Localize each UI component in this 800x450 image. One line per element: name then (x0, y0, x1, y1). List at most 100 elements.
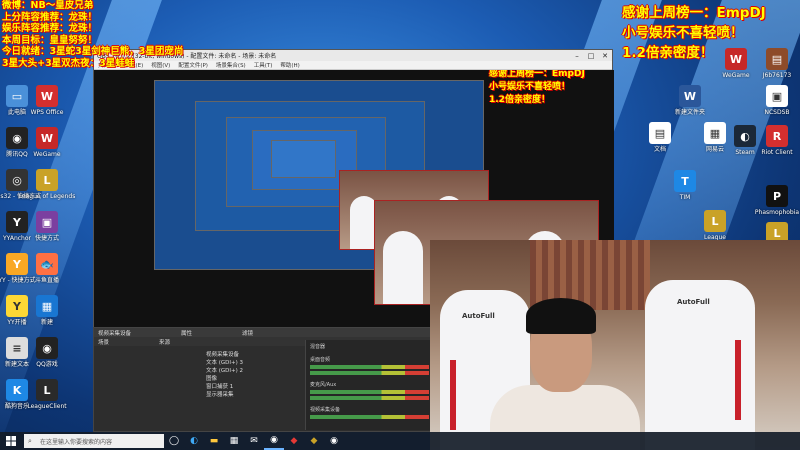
edge-icon[interactable]: ◐ (184, 432, 204, 450)
mail-icon[interactable]: ✉ (244, 432, 264, 450)
app-icon: ◉ (6, 127, 28, 149)
source-item[interactable]: 图像 (202, 374, 302, 382)
app-icon: Y (6, 211, 28, 233)
chair-brand-left: AutoFull (462, 312, 495, 320)
task-view-icon[interactable]: ◯ (164, 432, 184, 450)
inner-overlay-line-1: 感谢上周榜一：EmpDJ (489, 70, 585, 79)
app-icon: P (766, 185, 788, 207)
app-icon: ▭ (6, 85, 28, 107)
streamer-hair (526, 298, 596, 334)
menu-tools[interactable]: 工具(T) (254, 61, 273, 69)
overlay-line: 3星大头+3星双杰夜：3星蛙蛙 (2, 57, 135, 69)
overlay-info-top-right: 感谢上周榜一：EmpDJ 小号娱乐不喜轻喷！ 1.2倍亲密度！ (622, 3, 766, 63)
filters-button[interactable]: 滤镜 (242, 329, 253, 337)
sources-list: 视频采集设备 文本 (GDI+) 3 文本 (GDI+) 2 图像 窗口捕获 1… (202, 350, 302, 398)
gaming-chair-right: AutoFull (645, 280, 755, 450)
minimize-button[interactable]: – (570, 52, 584, 60)
app-icon: W (36, 85, 58, 107)
league-icon[interactable]: ◆ (304, 432, 324, 450)
overlay-info-top-left: 微博：NB～皇皮兄弟 上分阵容推荐：龙珠！ 娱乐阵容推荐：龙珠！ 本周目标：皇皇… (2, 0, 183, 69)
maximize-button[interactable]: □ (584, 52, 598, 60)
desktop-icon-label: TIM (679, 194, 691, 201)
app-icon: ◎ (6, 169, 28, 191)
app-icon: ▦ (36, 295, 58, 317)
app-icon: ▤ (766, 48, 788, 70)
volume-meter (310, 365, 429, 369)
desktop-icon-label: 网易云 (705, 146, 724, 153)
audio-mixer: 混音器 桌面音频 麦克风/Aux 视频采集设备 (305, 340, 433, 430)
camera-source-label: 视频采集设备 (98, 330, 132, 337)
desktop-icon-label: 新建 (40, 319, 53, 326)
properties-button[interactable]: 属性 (181, 329, 192, 337)
menu-help[interactable]: 帮助(H) (280, 61, 299, 69)
desktop-icon[interactable]: L League of Legends (19, 169, 75, 215)
inner-overlay-line-2: 小号娱乐不喜轻喷！ (489, 82, 571, 92)
desktop-icon-label: 此电脑 (7, 109, 26, 116)
sources-header: 来源 (159, 339, 171, 346)
desktop-icon[interactable]: W WeGame (27, 127, 67, 173)
desktop-icon-label: Riot Client (761, 149, 793, 156)
desktop-icon-label: WeGame (33, 151, 61, 158)
obs-icon[interactable]: ◉ (264, 432, 284, 450)
inner-overlay-text: 感谢上周榜一：EmpDJ 小号娱乐不喜轻喷！ 1.2倍亲密度！ (489, 70, 585, 107)
desktop-icon-label: Phasmophobia (754, 209, 800, 216)
app-icon: Y (6, 253, 28, 275)
desktop-icon-label: 斗鱼直播 (34, 277, 59, 284)
app-icon: T (674, 170, 696, 192)
file-explorer-icon[interactable]: ▬ (204, 432, 224, 450)
desktop-icon[interactable]: ▤ 文档 (640, 122, 680, 168)
inner-overlay-line-3: 1.2倍亲密度！ (489, 95, 550, 105)
desktop-icon-label: J6b76173 (762, 72, 792, 79)
overlay-line: 本周目标：皇皇努努！ (2, 34, 98, 46)
close-button[interactable]: ✕ (598, 52, 612, 60)
desktop-icon-label: NCSDSB (764, 109, 790, 116)
app-icon: L (36, 379, 58, 401)
source-item[interactable]: 文本 (GDI+) 3 (202, 358, 302, 366)
app-icon: R (766, 125, 788, 147)
source-item[interactable]: 窗口捕获 1 (202, 382, 302, 390)
desktop-icon[interactable]: ▦ 网易云 (695, 122, 735, 168)
volume-meter (310, 415, 429, 419)
desktop-icon[interactable]: ▦ 新建 (27, 295, 67, 341)
app-icon: K (6, 379, 28, 401)
mixer-channel-label: 麦克风/Aux (310, 382, 337, 388)
desktop-icon[interactable]: ▣ 快捷方式 (27, 211, 67, 257)
nested-capture-5 (271, 140, 336, 178)
app-icon: ≡ (6, 337, 28, 359)
start-button[interactable] (0, 432, 22, 450)
app-icon: 🐟 (36, 253, 58, 275)
desktop-icon-label: LeagueClient (27, 403, 67, 410)
mixer-header: 混音器 (310, 344, 326, 350)
app-icon: L (36, 169, 58, 191)
desktop-icon-label: 文档 (653, 146, 666, 153)
wegame-icon[interactable]: ◆ (284, 432, 304, 450)
desktop-icon[interactable]: 🐟 斗鱼直播 (27, 253, 67, 299)
app-icon: Y (6, 295, 28, 317)
overlay-line: 微博：NB～皇皮兄弟 (2, 0, 94, 11)
webcam-feed: AutoFull AutoFull (430, 240, 800, 450)
volume-meter (310, 390, 429, 394)
menu-scene-collection[interactable]: 场景集合(S) (216, 61, 246, 69)
source-item[interactable]: 显示器采集 (202, 390, 302, 398)
desktop-icon[interactable]: W WPS Office (27, 85, 67, 131)
desktop-icon[interactable]: ◉ QQ游戏 (27, 337, 67, 383)
store-icon[interactable]: ▦ (224, 432, 244, 450)
window-controls: – □ ✕ (570, 52, 612, 60)
desktop-icon[interactable]: L LeagueClient (27, 379, 67, 425)
source-item[interactable]: 文本 (GDI+) 2 (202, 366, 302, 374)
search-placeholder: 在这里输入你要搜索的内容 (40, 438, 113, 446)
app-icon: ▣ (36, 211, 58, 233)
scenes-header: 场景 (98, 339, 110, 346)
source-item[interactable]: 视频采集设备 (202, 350, 302, 358)
taskbar-search-input[interactable]: ⌕ 在这里输入你要搜索的内容 (24, 434, 164, 448)
dock-toolbar: 视频采集设备 属性 滤镜 (94, 328, 432, 337)
overlay-line: 感谢上周榜一：EmpDJ (622, 5, 766, 21)
windows-icon (6, 436, 16, 446)
volume-meter (310, 371, 429, 375)
search-icon: ⌕ (28, 437, 32, 445)
overlay-line: 娱乐阵容推荐：龙珠！ (2, 23, 98, 34)
overlay-line: 1.2倍亲密度！ (622, 45, 714, 61)
mixer-channel-label: 桌面音频 (310, 357, 331, 363)
desktop-icon-label: League of Legends (18, 193, 76, 200)
qq-icon[interactable]: ◉ (324, 432, 344, 450)
